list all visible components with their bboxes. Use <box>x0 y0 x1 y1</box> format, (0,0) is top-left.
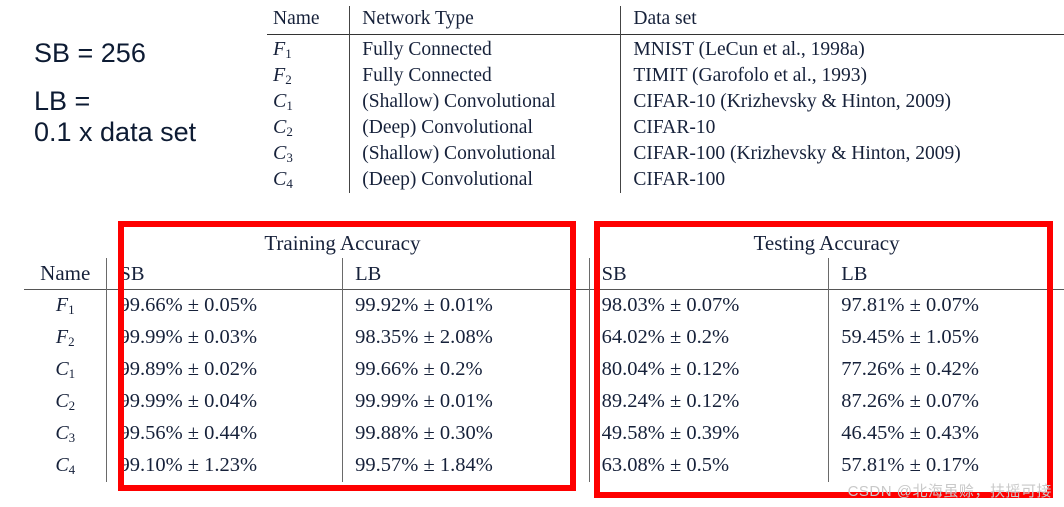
annotation-lb-value: 0.1 x data set <box>34 117 197 147</box>
group-gap <box>578 386 589 418</box>
cell-training-lb: 99.57% ± 1.84% <box>342 450 578 482</box>
row-data-set: MNIST (LeCun et al., 1998a) <box>620 34 1064 63</box>
cell-training-sb: 99.56% ± 0.44% <box>106 418 343 450</box>
header-training-sb: SB <box>106 258 343 290</box>
cell-testing-lb: 46.45% ± 0.43% <box>828 418 1064 450</box>
row-data-set: CIFAR-100 <box>620 167 1064 193</box>
cell-testing-sb: 89.24% ± 0.12% <box>588 386 829 418</box>
group-gap <box>578 322 589 354</box>
cell-testing-sb: 64.02% ± 0.2% <box>588 322 829 354</box>
cell-training-sb: 99.99% ± 0.03% <box>106 322 343 354</box>
cell-testing-lb: 87.26% ± 0.07% <box>828 386 1064 418</box>
cell-training-lb: 98.35% ± 2.08% <box>342 322 578 354</box>
group-gap <box>578 450 589 482</box>
annotation-lb: LB = <box>34 86 91 116</box>
header-data-set: Data set <box>620 6 1064 35</box>
table-row: F2 99.99% ± 0.03% 98.35% ± 2.08% 64.02% … <box>24 322 1064 354</box>
table-row: C1 99.89% ± 0.02% 99.66% ± 0.2% 80.04% ±… <box>24 354 1064 386</box>
accuracy-table-head: Training Accuracy Testing Accuracy Name … <box>24 228 1064 290</box>
cell-training-lb: 99.66% ± 0.2% <box>342 354 578 386</box>
cell-training-sb: 99.99% ± 0.04% <box>106 386 343 418</box>
cell-training-lb: 99.92% ± 0.01% <box>342 289 578 322</box>
network-table-header-row: Name Network Type Data set <box>267 6 1064 35</box>
group-gap <box>578 258 589 290</box>
cell-testing-lb: 97.81% ± 0.07% <box>828 289 1064 322</box>
header-network-type: Network Type <box>349 6 621 35</box>
table-row: C1 (Shallow) Convolutional CIFAR-10 (Kri… <box>267 89 1064 115</box>
group-gap <box>578 418 589 450</box>
table-row: C4 (Deep) Convolutional CIFAR-100 <box>267 167 1064 193</box>
row-name: C3 <box>55 422 76 445</box>
row-data-set: TIMIT (Garofolo et al., 1993) <box>620 63 1064 89</box>
cell-testing-sb: 63.08% ± 0.5% <box>588 450 829 482</box>
cell-testing-lb: 57.81% ± 0.17% <box>828 450 1064 482</box>
cell-testing-lb: 77.26% ± 0.42% <box>828 354 1064 386</box>
table-row: C2 (Deep) Convolutional CIFAR-10 <box>267 115 1064 141</box>
header-name: Name <box>273 8 320 29</box>
cell-training-sb: 99.10% ± 1.23% <box>106 450 343 482</box>
network-table-body: F1 Fully Connected MNIST (LeCun et al., … <box>267 34 1064 193</box>
row-name: F2 <box>273 64 292 87</box>
row-name: C4 <box>273 168 293 191</box>
row-name: C2 <box>273 116 293 139</box>
row-network-type: (Shallow) Convolutional <box>349 89 621 115</box>
accuracy-table-body: F1 99.66% ± 0.05% 99.92% ± 0.01% 98.03% … <box>24 289 1064 482</box>
row-name: C3 <box>273 142 293 165</box>
header-training-lb: LB <box>342 258 578 290</box>
row-name: F1 <box>273 38 292 61</box>
network-table-head: Name Network Type Data set <box>267 6 1064 35</box>
network-type-table: Name Network Type Data set F1 Fully Conn… <box>267 6 1064 193</box>
annotation-block: SB = 256 LB = 0.1 x data set <box>34 40 264 167</box>
row-data-set: CIFAR-10 <box>620 115 1064 141</box>
accuracy-table: Training Accuracy Testing Accuracy Name … <box>24 228 1064 482</box>
row-name: C2 <box>55 390 76 413</box>
header-testing-sb: SB <box>588 258 829 290</box>
row-name: C1 <box>55 358 76 381</box>
cell-testing-sb: 80.04% ± 0.12% <box>588 354 829 386</box>
table-row: F1 99.66% ± 0.05% 99.92% ± 0.01% 98.03% … <box>24 289 1064 323</box>
header-testing-lb: LB <box>828 258 1064 290</box>
group-gap <box>578 228 589 258</box>
row-network-type: Fully Connected <box>349 63 621 89</box>
cell-training-sb: 99.89% ± 0.02% <box>106 354 343 386</box>
header-training-accuracy: Training Accuracy <box>264 231 421 255</box>
table-row: C2 99.99% ± 0.04% 99.99% ± 0.01% 89.24% … <box>24 386 1064 418</box>
accuracy-group-header-row: Training Accuracy Testing Accuracy <box>24 228 1064 258</box>
table-row: F1 Fully Connected MNIST (LeCun et al., … <box>267 34 1064 63</box>
table-row: F2 Fully Connected TIMIT (Garofolo et al… <box>267 63 1064 89</box>
cell-testing-lb: 59.45% ± 1.05% <box>828 322 1064 354</box>
row-network-type: (Deep) Convolutional <box>349 115 621 141</box>
group-gap <box>578 290 589 323</box>
header-name: Name <box>40 261 91 285</box>
row-network-type: (Deep) Convolutional <box>349 167 621 193</box>
cell-training-sb: 99.66% ± 0.05% <box>106 289 343 322</box>
row-network-type: (Shallow) Convolutional <box>349 141 621 167</box>
table-row: C3 99.56% ± 0.44% 99.88% ± 0.30% 49.58% … <box>24 418 1064 450</box>
watermark-text: CSDN @北海虽赊，扶摇可接 <box>847 483 1052 500</box>
table-row: C4 99.10% ± 1.23% 99.57% ± 1.84% 63.08% … <box>24 450 1064 482</box>
cell-testing-sb: 98.03% ± 0.07% <box>588 289 829 322</box>
table-row: C3 (Shallow) Convolutional CIFAR-100 (Kr… <box>267 141 1064 167</box>
row-name: F2 <box>55 326 75 349</box>
row-data-set: CIFAR-100 (Krizhevsky & Hinton, 2009) <box>620 141 1064 167</box>
row-name: F1 <box>55 294 75 317</box>
row-data-set: CIFAR-10 (Krizhevsky & Hinton, 2009) <box>620 89 1064 115</box>
header-testing-accuracy: Testing Accuracy <box>753 231 900 255</box>
group-header-spacer <box>24 228 107 258</box>
annotation-sb: SB = 256 <box>34 38 146 68</box>
accuracy-subheader-row: Name SB LB SB LB <box>24 258 1064 290</box>
row-name: C1 <box>273 90 293 113</box>
cell-testing-sb: 49.58% ± 0.39% <box>588 418 829 450</box>
cell-training-lb: 99.88% ± 0.30% <box>342 418 578 450</box>
group-gap <box>578 354 589 386</box>
row-network-type: Fully Connected <box>349 34 621 63</box>
cell-training-lb: 99.99% ± 0.01% <box>342 386 578 418</box>
row-name: C4 <box>55 454 76 477</box>
